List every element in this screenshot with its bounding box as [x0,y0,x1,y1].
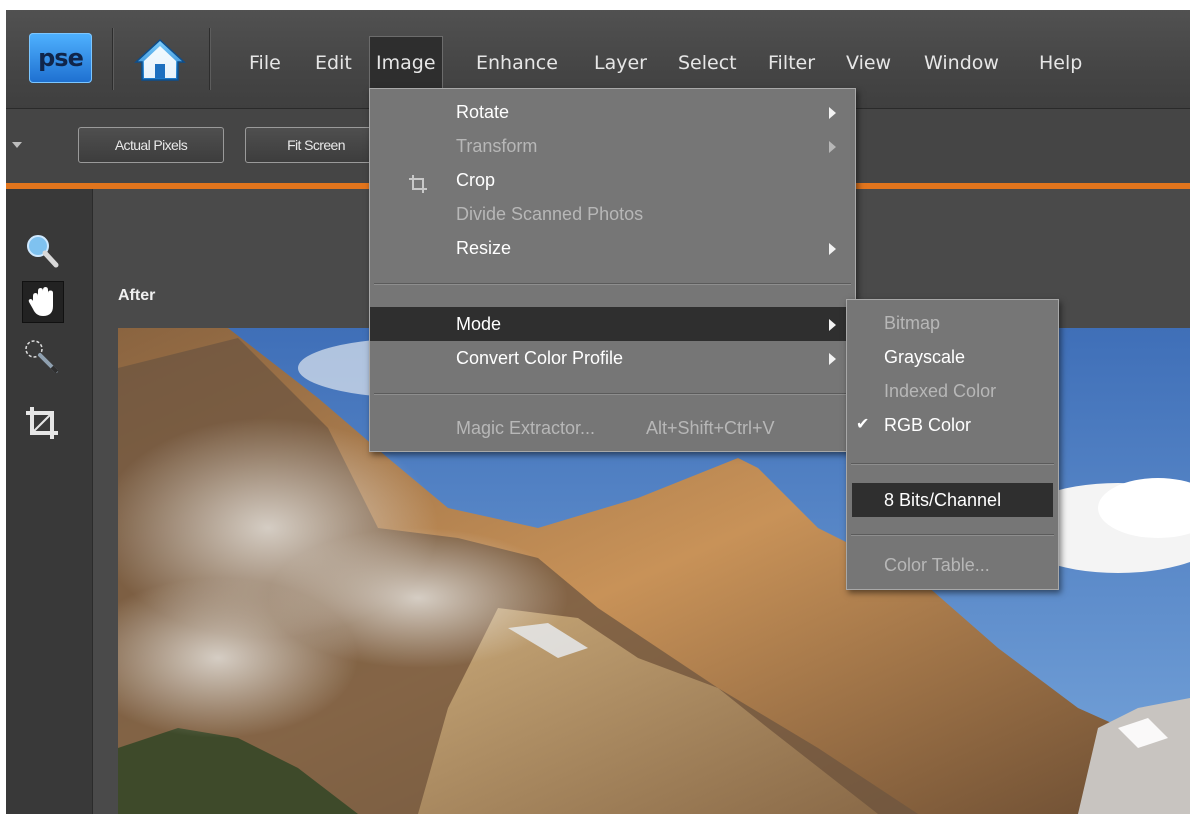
submenu-item-label: RGB Color [884,415,972,435]
menu-item-crop[interactable]: Crop [370,163,855,197]
menu-item-label: Convert Color Profile [456,348,624,368]
zoom-icon[interactable] [22,231,62,271]
separator [112,28,113,90]
menu-item-label: Rotate [456,102,510,122]
submenu-item-rgb-color[interactable]: ✔ RGB Color [847,408,1058,442]
logo-text: pse [38,44,84,72]
menu-item-convert-color-profile[interactable]: Convert Color Profile [370,341,855,375]
menu-item-rotate[interactable]: Rotate [370,95,855,129]
checkmark-icon: ✔ [856,416,870,433]
menu-divider [374,283,851,284]
menu-shortcut: Alt+Shift+Ctrl+V [646,418,775,438]
image-menu-dropdown: Rotate Transform Crop Divide Scanned Pho… [369,88,856,452]
submenu-item-label: Bitmap [884,313,941,333]
menu-enhance[interactable]: Enhance [476,48,558,78]
menu-file[interactable]: File [249,48,281,78]
menu-divider [851,534,1054,535]
menu-help[interactable]: Help [1039,48,1082,78]
menu-item-label: Crop [456,170,496,190]
tools-panel [6,189,93,814]
menu-item-label: Magic Extractor... [456,418,596,438]
submenu-arrow-icon [829,141,836,153]
menu-layer[interactable]: Layer [594,48,647,78]
hand-icon[interactable] [22,281,64,323]
menu-item-divide-scanned-photos[interactable]: Divide Scanned Photos [370,197,855,231]
menu-item-label: Mode [456,314,502,334]
submenu-item-indexed-color[interactable]: Indexed Color [847,374,1058,408]
menu-window[interactable]: Window [924,48,999,78]
app-window: pse File Edit Image Enhance Layer Select… [6,10,1190,814]
submenu-item-label: Indexed Color [884,381,997,401]
menu-item-label: Divide Scanned Photos [456,204,644,224]
submenu-item-bitmap[interactable]: Bitmap [847,306,1058,340]
menu-divider [851,463,1054,464]
submenu-arrow-icon [829,319,836,331]
menu-divider [374,393,851,394]
menu-item-label: Resize [456,238,512,258]
fit-screen-button[interactable]: Fit Screen [245,127,387,163]
submenu-arrow-icon [829,353,836,365]
actual-pixels-button[interactable]: Actual Pixels [78,127,224,163]
submenu-arrow-icon [829,107,836,119]
view-label: After [118,287,156,304]
menu-item-mode[interactable]: Mode [370,307,855,341]
quick-selection-icon[interactable] [22,337,62,377]
mode-submenu: Bitmap Grayscale Indexed Color ✔ RGB Col… [846,299,1059,590]
crop-icon [408,171,428,193]
submenu-item-label: Grayscale [884,347,966,367]
menu-image[interactable]: Image [369,36,443,89]
menu-select[interactable]: Select [678,48,737,78]
toolbar-menu-arrow-icon[interactable] [12,142,22,148]
menu-item-label: Transform [456,136,538,156]
menu-edit[interactable]: Edit [315,48,352,78]
pse-logo: pse [29,33,92,83]
crop-icon[interactable] [22,403,62,443]
menu-item-resize[interactable]: Resize [370,231,855,265]
separator [209,28,210,90]
submenu-item-label: Color Table... [884,555,990,575]
submenu-item-color-table[interactable]: Color Table... [847,548,1058,582]
submenu-item-8-bits-channel[interactable]: 8 Bits/Channel [852,483,1053,517]
menu-view[interactable]: View [846,48,891,78]
submenu-arrow-icon [829,243,836,255]
home-icon[interactable] [132,36,188,84]
submenu-item-grayscale[interactable]: Grayscale [847,340,1058,374]
submenu-item-label: 8 Bits/Channel [884,490,1002,510]
menu-filter[interactable]: Filter [768,48,815,78]
menu-item-magic-extractor[interactable]: Magic Extractor... Alt+Shift+Ctrl+V [370,411,855,445]
menu-item-transform[interactable]: Transform [370,129,855,163]
